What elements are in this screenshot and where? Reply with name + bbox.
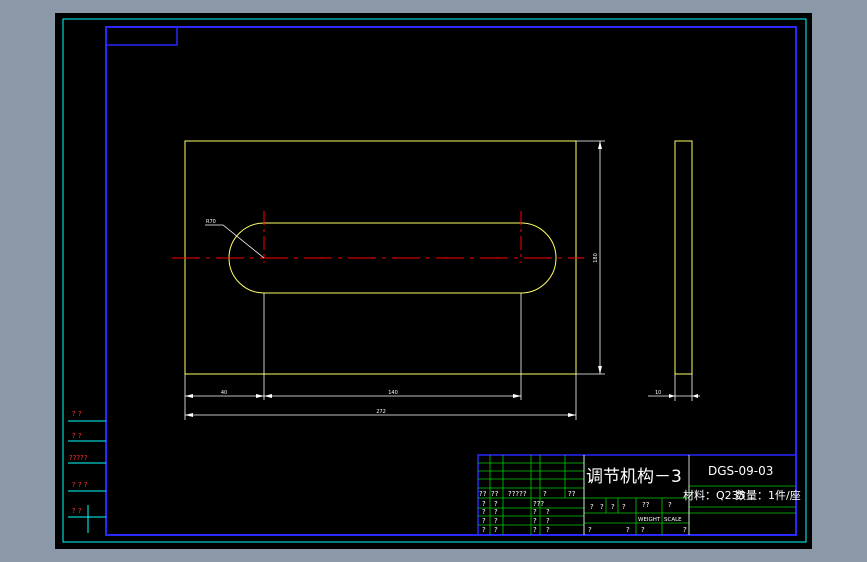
grid-q-row3-b: ? [494,508,498,516]
grid-q-row5-d: ? [546,526,550,534]
grid-q-row3-a: ? [482,508,486,516]
side-table-row-1: ? ? [72,410,82,418]
grid-q-row1-e: ?? [568,490,576,498]
dim-slot-text: 140 [388,390,398,396]
side-table-row-4: ? ? ? [72,481,88,489]
grid-q-row4-c: ? [533,517,537,525]
height-dim-text: 180 [593,253,599,263]
grid-q-row1-a: ?? [479,490,487,498]
grid-q-row4-d: ? [546,517,550,525]
side-table-row-3: ????? [69,454,88,462]
dim-left-text: 40 [221,390,227,396]
grid-q-row1-c: ????? [508,490,527,498]
side-table-row-2: ? ? [72,432,82,440]
grid-q-row2-c: ??? [533,500,544,508]
weight-label: WEIGHT [638,517,661,523]
radius-label: R70 [206,219,216,225]
mid-q-6: ? [668,501,672,509]
mid-q-2: ? [600,503,604,511]
bottom-q-4: ? [683,526,687,534]
grid-q-row2-b: ? [494,500,498,508]
bottom-q-3: ? [641,526,645,534]
dim-total-text: 272 [376,409,386,415]
grid-q-row3-c: ? [533,508,537,516]
grid-q-row5-b: ? [494,526,498,534]
mid-q-4: ? [622,503,626,511]
grid-q-row4-a: ? [482,517,486,525]
quantity-text: 数量：1件/座 [735,488,801,502]
side-table-row-5: ? ? [72,507,82,515]
part-name: 调节机构－3 [586,467,682,487]
grid-q-row1-d: ? [543,490,547,498]
side-dim-text: 10 [655,390,661,396]
grid-q-row1-b: ?? [491,490,499,498]
drawing-paper [55,13,812,549]
scale-label: SCALE [664,517,682,523]
grid-q-row5-a: ? [482,526,486,534]
drawing-number: DGS-09-03 [708,464,773,478]
mid-q-1: ? [590,503,594,511]
grid-q-row4-b: ? [494,517,498,525]
grid-q-row3-d: ? [546,508,550,516]
grid-q-row5-c: ? [533,526,537,534]
cad-drawing-sheet: R70 180 40 140 272 10 ? ? ? ? ????? ? ? … [55,13,812,549]
bottom-q-2: ? [626,526,630,534]
grid-q-row2-a: ? [482,500,486,508]
mid-q-3: ? [611,503,615,511]
mid-q-5: ?? [642,501,650,509]
bottom-q-1: ? [588,526,592,534]
